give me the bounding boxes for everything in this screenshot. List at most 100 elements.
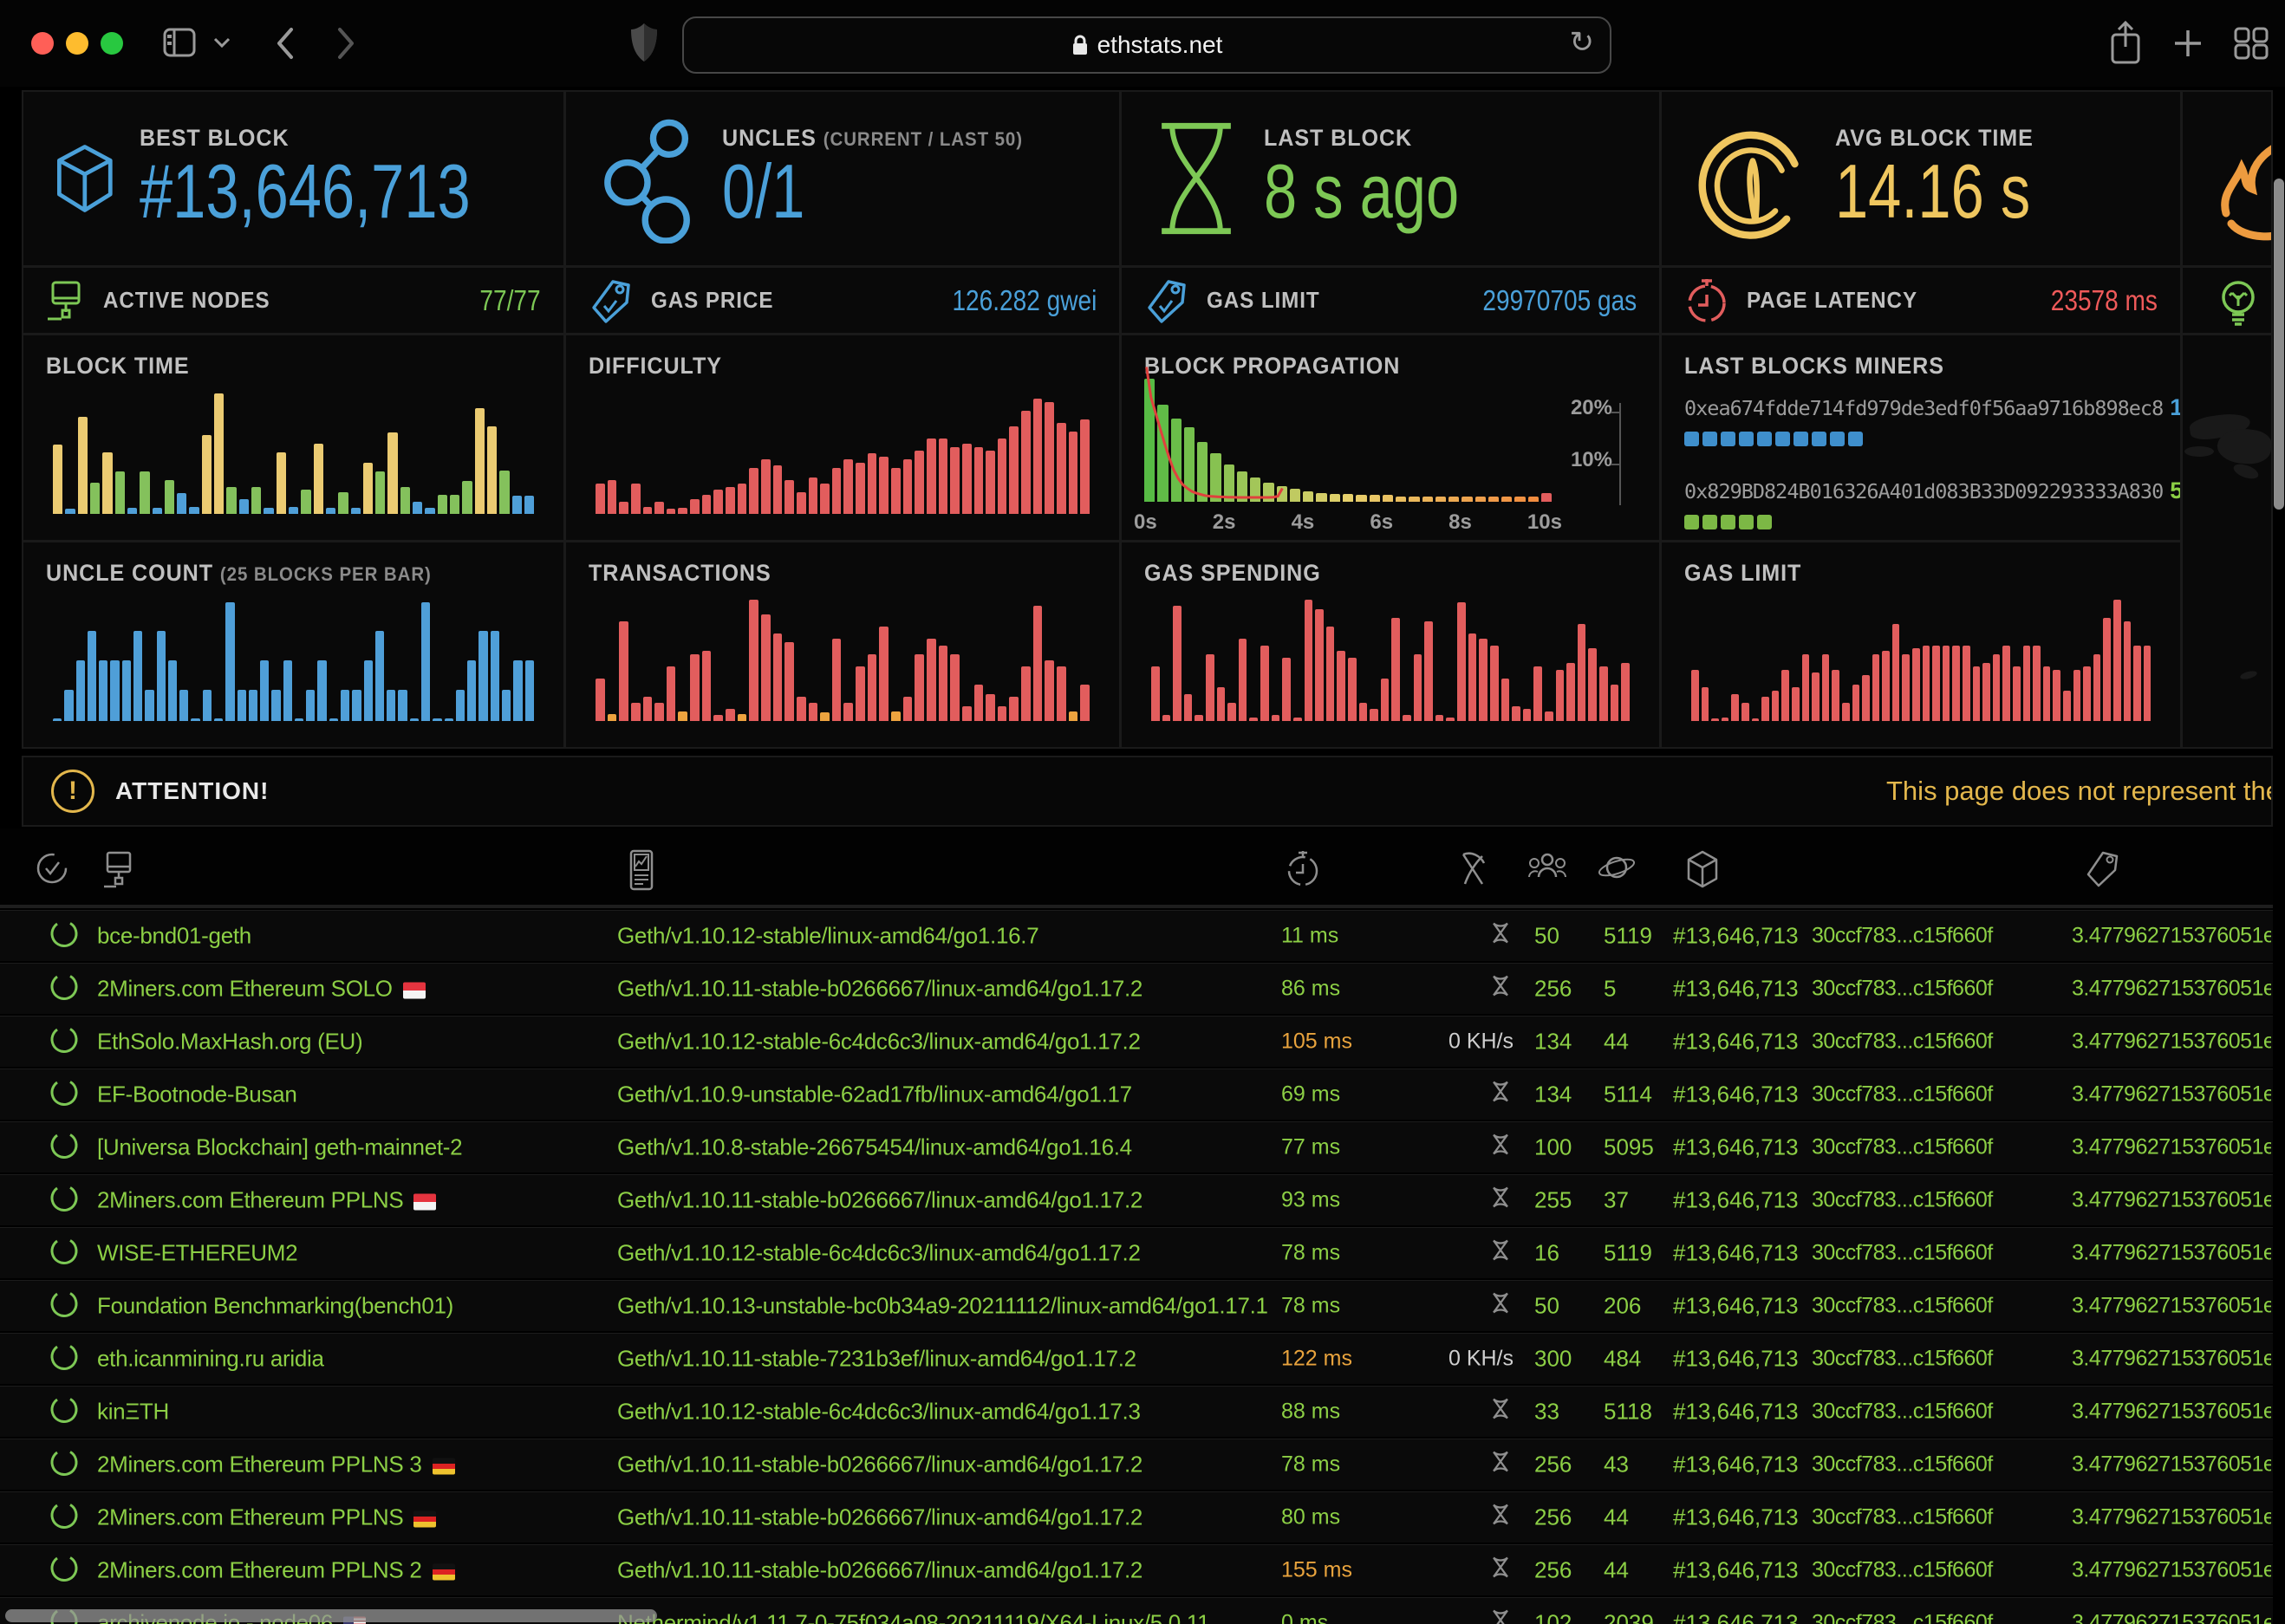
chart-bar <box>1566 663 1575 721</box>
chart-bar <box>797 697 806 721</box>
active-nodes-label: ACTIVE NODES <box>103 287 270 314</box>
node-row: Foundation Benchmarking(bench01)Geth/v1.… <box>0 1280 2273 1331</box>
chart-bar <box>654 502 664 514</box>
warning-icon: ! <box>51 770 94 813</box>
node-block-hash: 30ccf783...c15f660f <box>1812 1400 1993 1425</box>
chart-bar <box>238 690 246 721</box>
chart-bar <box>1009 697 1019 721</box>
node-last-block: #13,646,713 <box>1673 1452 1799 1478</box>
node-pending: 2039 <box>1604 1610 1654 1624</box>
chart-bar <box>773 633 783 721</box>
chart-bar <box>317 660 326 721</box>
node-name[interactable]: 2Miners.com Ethereum PPLNS <box>97 1187 436 1214</box>
node-block-hash: 30ccf783...c15f660f <box>1812 1241 1993 1266</box>
node-name[interactable]: EthSolo.MaxHash.org (EU) <box>97 1029 362 1056</box>
chart-bar <box>364 660 373 721</box>
miner-address[interactable]: 0xea674fdde714fd979de3edf0f56aa9716b898e… <box>1684 396 2163 420</box>
node-peers: 50 <box>1534 1293 1559 1320</box>
node-name[interactable]: 2Miners.com Ethereum SOLO <box>97 976 426 1003</box>
chart-bar <box>1277 486 1287 502</box>
node-name[interactable]: 2Miners.com Ethereum PPLNS <box>97 1504 436 1531</box>
tab-overview-icon[interactable] <box>2233 26 2269 61</box>
chart-bar <box>820 712 830 721</box>
close-window-button[interactable] <box>31 32 54 55</box>
chart-bar <box>410 718 419 721</box>
node-name[interactable]: kinΞTH <box>97 1399 169 1426</box>
chart-bar <box>2023 646 2031 721</box>
back-button[interactable] <box>274 26 296 61</box>
chart-bar <box>1424 621 1433 721</box>
chart-bar <box>314 444 323 514</box>
chart-bar <box>1315 609 1324 721</box>
node-block-hash: 30ccf783...c15f660f <box>1812 1082 1993 1108</box>
chart-bar <box>1943 646 1950 721</box>
node-name[interactable]: [Universa Blockchain] geth-mainnet-2 <box>97 1134 462 1161</box>
chart-bar <box>1722 718 1729 721</box>
chart-bar <box>631 484 641 514</box>
chart-bar <box>784 642 794 721</box>
chart-bar <box>1210 453 1221 502</box>
chart-bar <box>2053 670 2060 721</box>
sidebar-chevron-icon[interactable] <box>212 35 232 50</box>
chart-bar <box>499 471 509 514</box>
horizontal-scrollbar[interactable] <box>5 1609 657 1622</box>
chart-bar <box>1512 706 1520 721</box>
attention-banner: ! ATTENTION! This page does not represen… <box>22 756 2273 827</box>
attention-marquee: This page does not represent the <box>1886 776 2273 807</box>
node-name[interactable]: EF-Bootnode-Busan <box>97 1082 297 1108</box>
node-peers: 255 <box>1534 1187 1572 1214</box>
new-tab-icon[interactable] <box>2172 28 2204 59</box>
country-flag-de <box>433 1564 455 1581</box>
node-block-hash: 30ccf783...c15f660f <box>1812 1347 1993 1372</box>
chart-bar <box>891 711 901 721</box>
chart-bar <box>1224 464 1234 502</box>
chart-bar <box>1171 419 1182 502</box>
node-latency: 0 ms <box>1281 1611 1328 1624</box>
miner-address[interactable]: 0x829BD824B016326A401d083B33D092293333A8… <box>1684 479 2163 503</box>
forward-button[interactable] <box>335 26 357 61</box>
node-last-block: #13,646,713 <box>1673 1346 1799 1373</box>
chart-bar <box>277 452 286 514</box>
chart-bar <box>99 660 107 721</box>
node-latency: 93 ms <box>1281 1188 1340 1213</box>
node-name[interactable]: Foundation Benchmarking(bench01) <box>97 1293 453 1320</box>
chart-bar <box>1227 703 1236 721</box>
chart-bar <box>702 495 712 514</box>
node-status-cell <box>49 1341 80 1377</box>
reload-button[interactable]: ↻ <box>1570 25 1595 60</box>
privacy-shield-icon[interactable] <box>629 21 659 64</box>
chart-bar <box>927 438 936 514</box>
chart-bar <box>2063 691 2071 721</box>
zoom-window-button[interactable] <box>101 32 123 55</box>
chart-bar <box>1963 646 1970 721</box>
chart-bar <box>962 444 972 514</box>
node-name[interactable]: eth.icanmining.ru aridia <box>97 1346 324 1373</box>
minimize-window-button[interactable] <box>66 32 88 55</box>
share-icon[interactable] <box>2109 19 2142 66</box>
gas-price-value: 126.282 gwei <box>952 284 1097 317</box>
chart-bar <box>1069 432 1078 514</box>
node-total-difficulty: 3.477962715376051e+2 <box>2072 1241 2271 1266</box>
chart-bar <box>1033 606 1043 721</box>
chart-bar <box>1282 658 1291 721</box>
node-name[interactable]: WISE-ETHEREUM2 <box>97 1240 297 1267</box>
node-name[interactable]: 2Miners.com Ethereum PPLNS 2 <box>97 1557 455 1584</box>
chart-bar <box>2113 600 2121 721</box>
node-name[interactable]: 2Miners.com Ethereum PPLNS 3 <box>97 1452 455 1478</box>
gas-spending-chart: GAS SPENDING <box>1122 542 1659 747</box>
node-name[interactable]: bce-bnd01-geth <box>97 923 251 950</box>
gas-limit-card: GAS LIMIT 29970705 gas <box>1122 268 1659 333</box>
chart-bar <box>1912 648 1920 721</box>
sidebar-toggle-icon[interactable] <box>161 24 201 62</box>
chart-bar <box>1488 497 1499 502</box>
gas-limit-label: GAS LIMIT <box>1207 287 1320 314</box>
chart-bar <box>53 718 62 721</box>
node-peers: 134 <box>1534 1082 1572 1108</box>
node-mining-cell <box>1437 1607 1514 1624</box>
chart-bar <box>596 679 605 721</box>
chart-bar <box>761 614 771 721</box>
chart-bar <box>1872 654 1880 721</box>
address-bar[interactable]: ethstats.net ↻ <box>682 16 1611 74</box>
vertical-scrollbar[interactable] <box>2274 179 2284 510</box>
chart-bar <box>1057 666 1066 721</box>
